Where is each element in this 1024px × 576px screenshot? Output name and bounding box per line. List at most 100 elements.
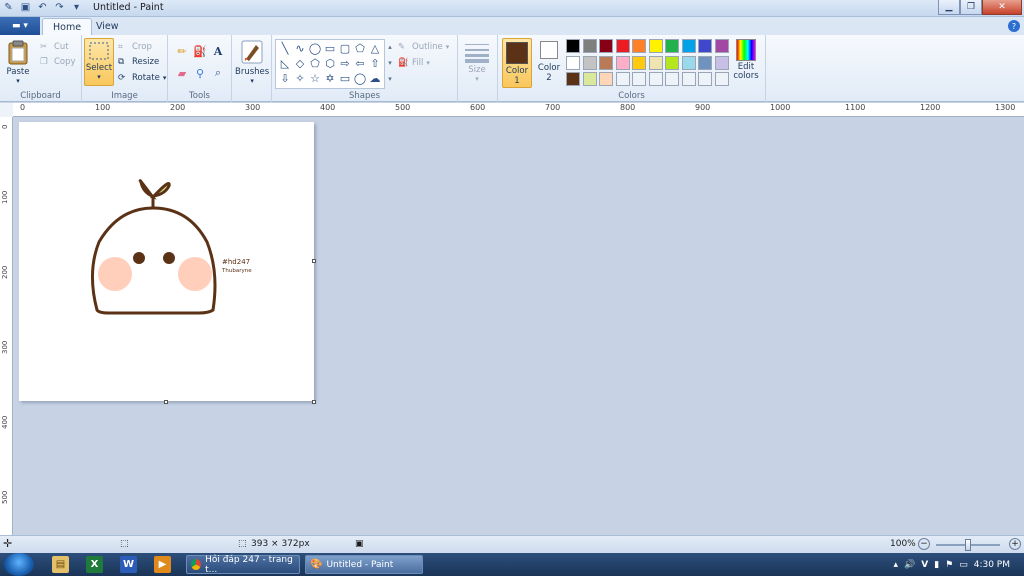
- excel-icon[interactable]: X: [86, 556, 103, 573]
- zoom-in-button[interactable]: +: [1009, 538, 1021, 550]
- canvas-resize-handle-corner[interactable]: [312, 400, 316, 404]
- palette-swatch[interactable]: [566, 72, 580, 86]
- action-center-icon[interactable]: ⚑: [945, 560, 953, 570]
- up-arrow-shape-icon[interactable]: ⇧: [368, 56, 382, 70]
- curve-shape-icon[interactable]: ∿: [293, 41, 307, 55]
- palette-swatch[interactable]: [582, 55, 597, 70]
- palette-swatch[interactable]: [681, 72, 696, 86]
- line-shape-icon[interactable]: ╲: [278, 41, 292, 55]
- media-player-icon[interactable]: ▶: [154, 556, 171, 573]
- color1-button[interactable]: Color 1: [502, 38, 532, 88]
- right-triangle-shape-icon[interactable]: ◺: [278, 56, 292, 70]
- palette-swatch[interactable]: [681, 55, 696, 70]
- taskbar-item-paint[interactable]: 🎨 Untitled - Paint: [305, 555, 423, 574]
- edit-colors-button[interactable]: Edit colors: [732, 39, 760, 81]
- polygon-shape-icon[interactable]: ⬠: [353, 41, 367, 55]
- volume-icon[interactable]: 🔊: [904, 560, 915, 570]
- redo-icon[interactable]: ↷: [53, 1, 66, 14]
- triangle-shape-icon[interactable]: △: [368, 41, 382, 55]
- size-button[interactable]: Size ▾: [464, 41, 490, 83]
- maximize-button[interactable]: ❐: [960, 0, 982, 15]
- palette-swatch[interactable]: [698, 55, 712, 70]
- explorer-icon[interactable]: ▤: [52, 556, 69, 573]
- palette-swatch[interactable]: [714, 39, 729, 53]
- oval-callout-shape-icon[interactable]: ◯: [353, 71, 367, 85]
- palette-swatch[interactable]: [599, 39, 613, 53]
- zoom-slider-thumb[interactable]: [965, 539, 971, 551]
- hexagon-shape-icon[interactable]: ⬡: [323, 56, 337, 70]
- customize-qat-icon[interactable]: ▾: [70, 1, 83, 14]
- rounded-rectangle-shape-icon[interactable]: ▢: [338, 41, 352, 55]
- select-button[interactable]: Select ▾: [84, 38, 114, 86]
- oval-shape-icon[interactable]: ◯: [308, 41, 322, 55]
- palette-swatch[interactable]: [582, 39, 597, 53]
- zoom-out-button[interactable]: −: [918, 538, 930, 550]
- palette-swatch[interactable]: [566, 55, 580, 70]
- tab-view[interactable]: View: [86, 18, 129, 35]
- palette-swatch[interactable]: [648, 39, 663, 53]
- pencil-icon[interactable]: ✏: [174, 43, 190, 59]
- start-button[interactable]: [4, 553, 34, 576]
- undo-icon[interactable]: ↶: [36, 1, 49, 14]
- word-icon[interactable]: W: [120, 556, 137, 573]
- color-picker-icon[interactable]: ⚲: [192, 65, 208, 81]
- resize-button[interactable]: ⧉ Resize: [118, 55, 159, 69]
- palette-swatch[interactable]: [582, 72, 597, 86]
- eraser-icon[interactable]: ▰: [174, 65, 190, 81]
- five-point-star-shape-icon[interactable]: ☆: [308, 71, 322, 85]
- pentagon-shape-icon[interactable]: ⬠: [308, 56, 322, 70]
- palette-swatch[interactable]: [698, 72, 712, 86]
- drawing-canvas[interactable]: #hd247 Thubaryne: [19, 122, 314, 401]
- minimize-button[interactable]: ▁: [938, 0, 960, 15]
- outline-button[interactable]: ✎ Outline ▾: [398, 40, 449, 54]
- palette-swatch[interactable]: [599, 72, 613, 86]
- palette-swatch[interactable]: [714, 72, 729, 86]
- canvas-resize-handle-right[interactable]: [312, 259, 316, 263]
- taskbar-item-chrome[interactable]: Hỏi đáp 247 - trang t...: [186, 555, 300, 575]
- four-point-star-shape-icon[interactable]: ✧: [293, 71, 307, 85]
- brushes-button[interactable]: Brushes ▾: [235, 39, 269, 85]
- magnifier-icon[interactable]: ⌕: [210, 65, 226, 81]
- shapes-scroll[interactable]: ▴ ▾ ▾: [386, 39, 394, 89]
- fill-button[interactable]: ⛽ Fill ▾: [398, 56, 430, 70]
- cloud-callout-shape-icon[interactable]: ☁: [368, 71, 382, 85]
- fill-bucket-icon[interactable]: ⛽: [192, 43, 208, 59]
- input-method-icon[interactable]: V: [921, 560, 928, 570]
- tab-home[interactable]: Home: [42, 18, 93, 35]
- six-point-star-shape-icon[interactable]: ✡: [323, 71, 337, 85]
- show-hidden-icons[interactable]: ▴: [893, 560, 898, 570]
- paste-dropdown-icon[interactable]: ▾: [16, 77, 20, 85]
- save-icon[interactable]: ▣: [19, 1, 32, 14]
- palette-swatch[interactable]: [648, 55, 663, 70]
- palette-swatch[interactable]: [632, 72, 646, 86]
- left-arrow-shape-icon[interactable]: ⇦: [353, 56, 367, 70]
- palette-swatch[interactable]: [665, 72, 679, 86]
- rectangle-shape-icon[interactable]: ▭: [323, 41, 337, 55]
- palette-swatch[interactable]: [698, 39, 712, 53]
- palette-swatch[interactable]: [665, 39, 679, 53]
- clock[interactable]: 4:30 PM: [974, 560, 1010, 570]
- palette-swatch[interactable]: [615, 72, 630, 86]
- help-icon[interactable]: ?: [1008, 20, 1020, 32]
- right-arrow-shape-icon[interactable]: ⇨: [338, 56, 352, 70]
- palette-swatch[interactable]: [566, 39, 580, 53]
- paste-button[interactable]: Paste ▾: [6, 39, 30, 85]
- copy-button[interactable]: ❐ Copy: [40, 55, 76, 69]
- close-button[interactable]: ✕: [982, 0, 1022, 15]
- color2-button[interactable]: Color 2: [536, 41, 562, 83]
- palette-swatch[interactable]: [632, 55, 646, 70]
- rotate-button[interactable]: ⟳ Rotate ▾: [118, 71, 166, 85]
- palette-swatch[interactable]: [615, 39, 630, 53]
- palette-swatch[interactable]: [681, 39, 696, 53]
- power-icon[interactable]: ▭: [959, 560, 968, 570]
- palette-swatch[interactable]: [665, 55, 679, 70]
- down-arrow-shape-icon[interactable]: ⇩: [278, 71, 292, 85]
- paint-menu-button[interactable]: ▬ ▾: [0, 17, 40, 35]
- palette-swatch[interactable]: [615, 55, 630, 70]
- text-tool-icon[interactable]: A: [210, 43, 226, 59]
- network-icon[interactable]: ▮: [934, 560, 939, 570]
- palette-swatch[interactable]: [632, 39, 646, 53]
- diamond-shape-icon[interactable]: ◇: [293, 56, 307, 70]
- palette-swatch[interactable]: [714, 55, 729, 70]
- cut-button[interactable]: ✂ Cut: [40, 40, 69, 54]
